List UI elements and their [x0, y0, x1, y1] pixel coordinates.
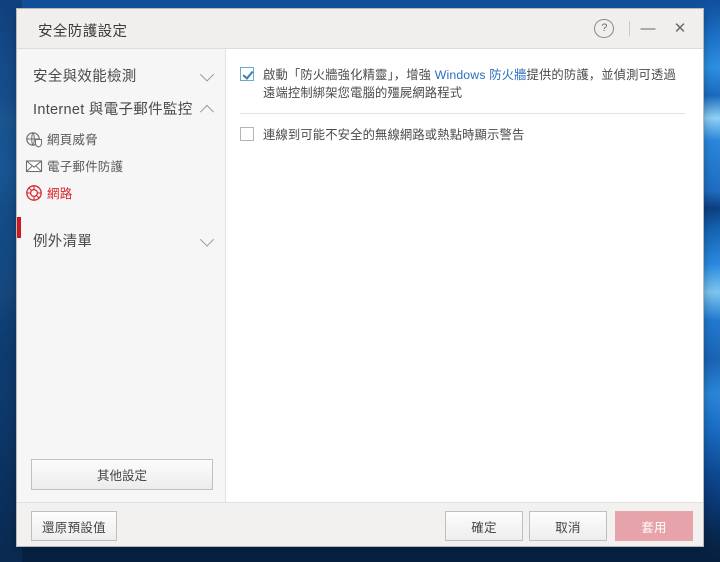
chevron-down-icon [199, 232, 215, 247]
network-icon [25, 184, 43, 202]
security-settings-window: 安全防護設定 ? — ✕ 安全與效能檢測 Internet 與電子郵件監控 網頁… [17, 9, 703, 546]
restore-defaults-button[interactable]: 還原預設值 [31, 511, 117, 541]
firewall-booster-text-before: 啟動「防火牆強化精靈」，增強 [263, 68, 435, 82]
sidebar-item-label: 電子郵件防護 [47, 160, 124, 174]
minimize-icon: — [640, 20, 656, 37]
firewall-booster-label: 啟動「防火牆強化精靈」，增強 Windows 防火牆提供的防護，並偵測可透過遠端… [263, 66, 681, 102]
chevron-up-icon [199, 104, 215, 119]
option-firewall-booster[interactable]: 啟動「防火牆強化精靈」，增強 Windows 防火牆提供的防護，並偵測可透過遠端… [240, 63, 685, 102]
content-pane: 啟動「防火牆強化精靈」，增強 Windows 防火牆提供的防護，並偵測可透過遠端… [226, 49, 703, 502]
cancel-button[interactable]: 取消 [529, 511, 607, 541]
window-body: 安全與效能檢測 Internet 與電子郵件監控 網頁威脅 電子郵件防護 網路 … [17, 49, 703, 502]
help-button[interactable]: ? [589, 9, 619, 48]
close-icon: ✕ [673, 20, 687, 37]
selection-indicator-bar [17, 217, 21, 238]
sidebar-item-web-threat[interactable]: 網頁威脅 [17, 125, 225, 152]
window-titlebar: 安全防護設定 ? — ✕ [17, 9, 703, 49]
sidebar-item-email-protection[interactable]: 電子郵件防護 [17, 152, 225, 179]
unsafe-wifi-label: 連線到可能不安全的無線網路或熱點時顯示警告 [263, 128, 525, 142]
web-threat-icon [25, 130, 43, 148]
window-title: 安全防護設定 [38, 24, 128, 40]
sidebar-group-label: 安全與效能檢測 [33, 69, 137, 85]
sidebar-item-label: 網路 [47, 187, 73, 201]
unsafe-wifi-checkbox[interactable] [240, 127, 254, 141]
window-footer: 還原預設值 確定 取消 套用 [17, 502, 703, 546]
apply-button[interactable]: 套用 [615, 511, 693, 541]
sidebar-group-security-performance[interactable]: 安全與效能檢測 [17, 59, 225, 92]
firewall-booster-checkbox[interactable] [240, 67, 254, 81]
other-settings-button[interactable]: 其他設定 [31, 459, 213, 490]
minimize-button[interactable]: — [633, 9, 663, 48]
ok-button[interactable]: 確定 [445, 511, 523, 541]
sidebar-group-label: 例外清單 [33, 234, 93, 250]
sidebar-item-label: 網頁威脅 [47, 133, 98, 147]
sidebar-group-exception-list[interactable]: 例外清單 [17, 224, 225, 257]
sidebar-item-network[interactable]: 網路 [17, 179, 225, 206]
close-button[interactable]: ✕ [665, 9, 695, 48]
sidebar-group-label: Internet 與電子郵件監控 [33, 102, 193, 118]
sidebar: 安全與效能檢測 Internet 與電子郵件監控 網頁威脅 電子郵件防護 網路 … [17, 49, 226, 502]
firewall-booster-highlight: Windows 防火牆 [434, 68, 527, 82]
option-separator [240, 113, 685, 114]
chevron-down-icon [199, 67, 215, 82]
option-unsafe-wifi-warning[interactable]: 連線到可能不安全的無線網路或熱點時顯示警告 [240, 123, 685, 144]
titlebar-divider [629, 21, 630, 36]
help-icon: ? [594, 19, 614, 38]
email-shield-icon [25, 157, 43, 175]
sidebar-group-internet-email[interactable]: Internet 與電子郵件監控 [17, 92, 225, 125]
